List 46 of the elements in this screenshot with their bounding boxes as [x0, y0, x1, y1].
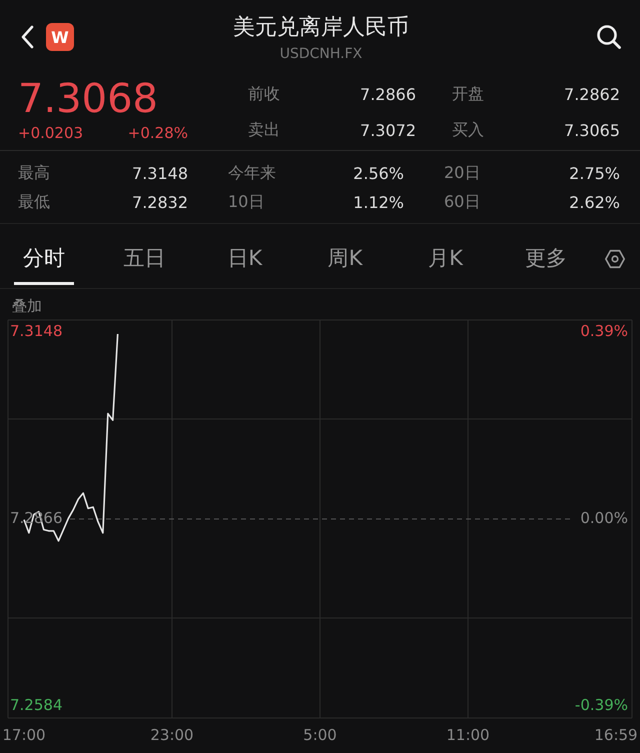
settings-icon[interactable]: [604, 248, 626, 270]
stat-value: 7.2862: [564, 84, 620, 104]
back-icon[interactable]: [20, 25, 34, 49]
overlay-label[interactable]: 叠加: [12, 297, 42, 315]
current-price: 7.3068: [18, 76, 159, 122]
stat-value: 7.3065: [564, 120, 620, 140]
stat-label: 60日: [444, 192, 480, 213]
stat-label: 买入: [452, 120, 484, 140]
percent-change: +0.28%: [128, 124, 188, 142]
time-axis-label: 23:00: [150, 726, 194, 744]
stat-value: 7.3148: [132, 164, 188, 183]
period-tab[interactable]: 五日: [94, 233, 195, 285]
time-axis-label: 5:00: [303, 726, 337, 744]
stat-value: 2.56%: [353, 164, 404, 183]
y-axis-label: 7.2584: [10, 696, 62, 714]
stat-value: 2.62%: [569, 193, 620, 212]
time-axis-label: 16:59: [594, 726, 638, 744]
stat-label: 最高: [18, 163, 50, 184]
stat-label: 20日: [444, 163, 480, 184]
percent-axis-label: 0.00%: [580, 509, 628, 528]
stat-value: 7.3072: [360, 120, 416, 140]
time-axis-label: 11:00: [446, 726, 490, 744]
stat-label: 卖出: [248, 120, 280, 140]
stat-label: 开盘: [452, 84, 484, 104]
symbol-code: USDCNH.FX: [280, 46, 362, 62]
stat-label: 前收: [248, 84, 280, 104]
percent-axis-label: 0.39%: [580, 322, 628, 340]
stat-label: 今年来: [228, 163, 276, 184]
stat-label: 10日: [228, 192, 264, 213]
period-tab[interactable]: 周K: [294, 233, 396, 285]
page-title: 美元兑离岸人民币: [233, 14, 409, 42]
price-change: +0.0203: [18, 124, 84, 142]
stat-value: 1.12%: [353, 193, 404, 212]
y-axis-label: 7.3148: [10, 322, 62, 340]
period-tab[interactable]: 日K: [194, 233, 295, 285]
stat-value: 7.2832: [132, 193, 188, 212]
period-tab[interactable]: 更多: [496, 233, 596, 285]
time-axis-label: 17:00: [2, 726, 46, 744]
period-tab[interactable]: 分时: [14, 233, 74, 285]
stat-label: 最低: [18, 192, 50, 213]
stat-value: 7.2866: [360, 84, 416, 104]
search-icon[interactable]: [596, 24, 622, 50]
percent-axis-label: -0.39%: [574, 696, 628, 714]
period-tab[interactable]: 月K: [395, 233, 496, 285]
stat-value: 2.75%: [569, 164, 620, 183]
app-logo: W: [46, 23, 74, 51]
